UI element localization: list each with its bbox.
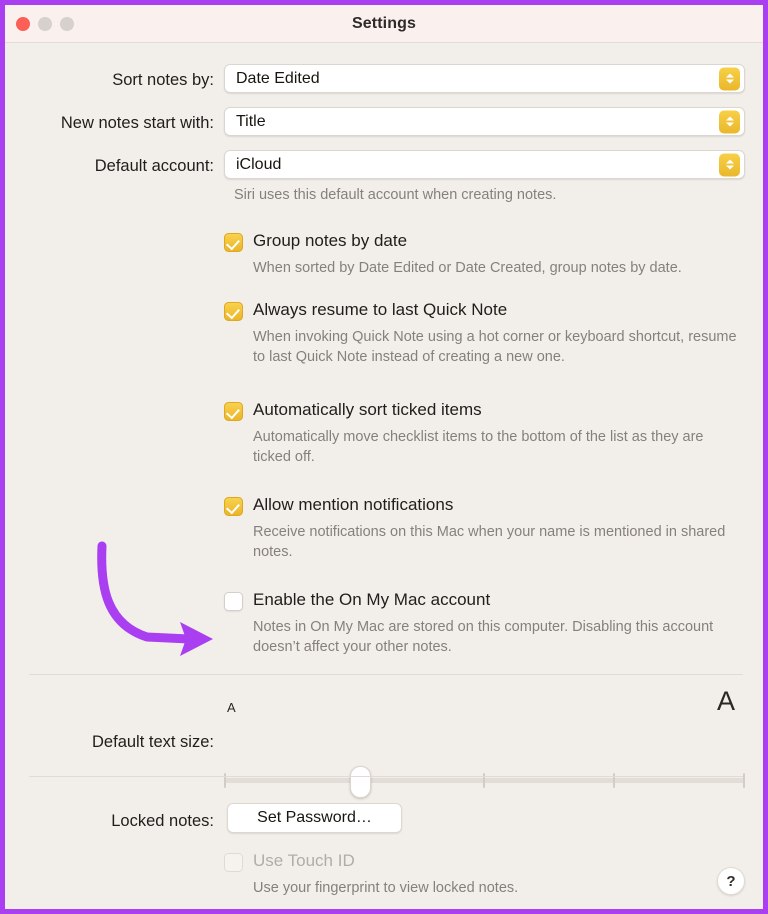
annotation-arrow-icon [97,541,213,656]
checkbox-hint-auto-sort-ticked-items: Automatically move checklist items to th… [253,429,704,465]
new-notes-start-with-value: Title [236,112,266,130]
chevron-updown-icon[interactable] [719,153,740,176]
new-notes-start-with-label: New notes start with: [60,114,214,132]
default-account-value: iCloud [236,155,282,173]
default-account-label: Default account: [94,157,214,175]
checkbox-auto-sort-ticked-items[interactable] [224,402,243,421]
close-button-icon[interactable] [16,16,30,31]
default-account-select[interactable]: iCloud [224,150,745,179]
new-notes-start-with-select[interactable]: Title [224,107,745,136]
chevron-updown-icon[interactable] [719,67,740,90]
settings-window: Settings Sort notes by: Date Edited New … [0,0,768,914]
settings-content: Sort notes by: Date Edited New notes sta… [5,43,763,909]
checkbox-label-allow-mention-notifications: Allow mention notifications [253,495,454,514]
locked-notes-label: Locked notes: [111,812,214,830]
default-text-size-slider[interactable] [224,766,745,798]
checkbox-hint-always-resume-quick-note: When invoking Quick Note using a hot cor… [253,329,737,365]
text-size-large-mark: A [717,686,736,716]
traffic-light-group [16,16,74,31]
checkbox-hint-allow-mention-notifications: Receive notifications on this Mac when y… [253,524,726,560]
text-size-small-mark: A [227,700,236,715]
checkbox-hint-enable-on-my-mac-account: Notes in On My Mac are stored on this co… [253,619,714,655]
sort-notes-by-value: Date Edited [236,69,320,87]
checkbox-enable-on-my-mac-account[interactable] [224,592,243,611]
slider-thumb[interactable] [349,766,371,798]
checkbox-label-enable-on-my-mac-account: Enable the On My Mac account [253,590,491,609]
checkbox-label-use-touch-id: Use Touch ID [253,851,355,870]
touch-id-hint: Use your fingerprint to view locked note… [253,880,519,896]
zoom-button-icon[interactable] [60,16,74,31]
window-title: Settings [352,14,416,32]
checkbox-label-always-resume-quick-note: Always resume to last Quick Note [253,300,508,319]
checkbox-always-resume-quick-note[interactable] [224,302,243,321]
divider-above-locked-notes [29,776,743,777]
checkbox-group-notes-by-date[interactable] [224,233,243,252]
help-button[interactable]: ? [717,867,745,895]
checkbox-label-group-notes-by-date: Group notes by date [253,231,408,250]
chevron-updown-icon[interactable] [719,110,740,133]
default-account-hint: Siri uses this default account when crea… [234,187,557,203]
slider-tick [743,773,745,788]
divider-above-text-size [29,674,743,675]
minimize-button-icon[interactable] [38,16,52,31]
checkbox-hint-group-notes-by-date: When sorted by Date Edited or Date Creat… [253,260,682,276]
sort-notes-by-select[interactable]: Date Edited [224,64,745,93]
default-text-size-label: Default text size: [92,733,214,751]
checkbox-allow-mention-notifications[interactable] [224,497,243,516]
window-titlebar: Settings [5,5,763,43]
checkbox-label-auto-sort-ticked-items: Automatically sort ticked items [253,400,482,419]
checkbox-use-touch-id[interactable] [224,853,243,872]
sort-notes-by-label: Sort notes by: [112,71,214,89]
set-password-button[interactable]: Set Password… [227,803,402,833]
